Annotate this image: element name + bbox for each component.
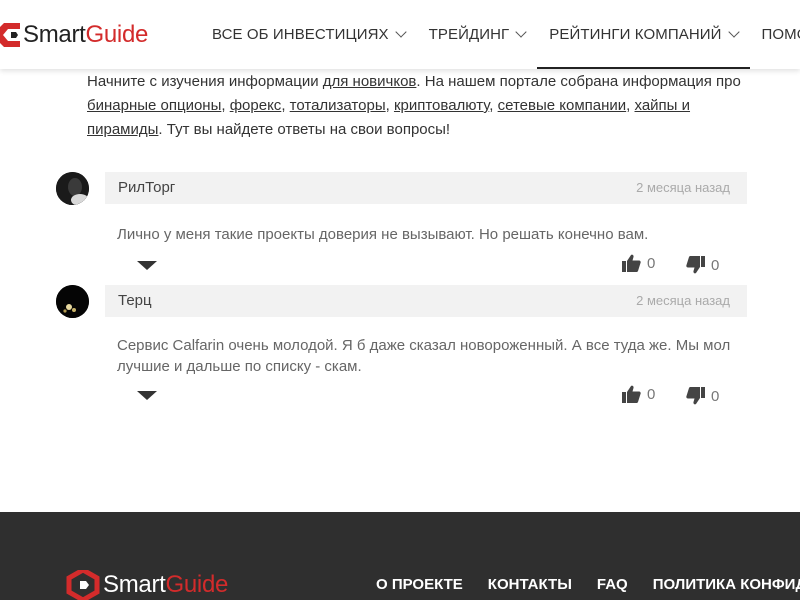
logo-text-guide: Guide bbox=[85, 21, 149, 48]
hexagon-logo-icon bbox=[66, 570, 100, 600]
logo-text-smart: Smart bbox=[23, 21, 86, 48]
hexagon-logo-icon bbox=[0, 23, 20, 47]
comment-text: Сервис Calfarin очень молодой. Я б даже … bbox=[117, 337, 731, 375]
dislike-button[interactable]: 0 bbox=[686, 256, 719, 274]
chevron-down-icon bbox=[394, 26, 407, 38]
footer-link-privacy[interactable]: ПОЛИТИКА КОНФИД bbox=[653, 576, 800, 593]
comment-date: 2 месяца назад bbox=[636, 293, 730, 308]
comment-date: 2 месяца назад bbox=[636, 180, 730, 195]
toggle-replies-icon[interactable] bbox=[137, 261, 157, 270]
thumbs-down-icon bbox=[686, 256, 705, 274]
chevron-down-icon bbox=[515, 26, 527, 38]
nav-item-investments[interactable]: ВСЕ ОБ ИНВЕСТИЦИЯХ bbox=[200, 0, 417, 69]
logo-text-guide: Guide bbox=[165, 571, 229, 598]
comment-author[interactable]: Терц bbox=[118, 292, 152, 309]
footer-link-faq[interactable]: FAQ bbox=[597, 576, 628, 593]
dislike-count: 0 bbox=[711, 256, 720, 274]
nav-item-company-ratings[interactable]: РЕЙТИНГИ КОМПАНИЙ bbox=[537, 0, 750, 69]
comment-text: Лично у меня такие проекты доверия не вы… bbox=[117, 226, 649, 243]
chevron-down-icon bbox=[727, 26, 740, 38]
link-beginners[interactable]: для новичков bbox=[323, 73, 417, 90]
link-network-companies[interactable]: сетевые компании bbox=[498, 97, 627, 114]
like-count: 0 bbox=[647, 385, 656, 403]
toggle-replies-icon[interactable] bbox=[137, 391, 157, 400]
footer-nav: О ПРОЕКТЕ КОНТАКТЫ FAQ ПОЛИТИКА КОНФИД bbox=[376, 576, 800, 593]
avatar[interactable] bbox=[56, 172, 89, 205]
link-forex[interactable]: форекс bbox=[230, 97, 282, 114]
main-nav: ВСЕ ОБ ИНВЕСТИЦИЯХ ТРЕЙДИНГ РЕЙТИНГИ КОМ… bbox=[200, 0, 800, 69]
site-footer: SmartGuide О ПРОЕКТЕ КОНТАКТЫ FAQ ПОЛИТИ… bbox=[0, 512, 800, 600]
thumbs-down-icon bbox=[686, 387, 705, 405]
comment-header: Терц 2 месяца назад bbox=[105, 285, 747, 317]
link-crypto[interactable]: криптовалюту bbox=[394, 97, 489, 114]
like-button[interactable]: 0 bbox=[622, 385, 655, 403]
site-header: SmartGuide ВСЕ ОБ ИНВЕСТИЦИЯХ ТРЕЙДИНГ Р… bbox=[0, 0, 800, 69]
intro-paragraph: Начните с изучения информации для новичк… bbox=[87, 73, 741, 138]
comment-author[interactable]: РилТорг bbox=[118, 179, 175, 196]
link-binary-options[interactable]: бинарные опционы bbox=[87, 97, 221, 114]
link-totalizators[interactable]: тотализаторы bbox=[290, 97, 386, 114]
thumbs-up-icon bbox=[622, 254, 641, 272]
footer-logo[interactable]: SmartGuide bbox=[66, 570, 228, 600]
dislike-count: 0 bbox=[711, 387, 720, 405]
footer-link-contacts[interactable]: КОНТАКТЫ bbox=[488, 576, 572, 593]
nav-item-trading[interactable]: ТРЕЙДИНГ bbox=[417, 0, 538, 69]
dislike-button[interactable]: 0 bbox=[686, 387, 719, 405]
logo-text-smart: Smart bbox=[103, 571, 166, 598]
like-button[interactable]: 0 bbox=[622, 254, 655, 272]
comment-header: РилТорг 2 месяца назад bbox=[105, 172, 747, 204]
thumbs-up-icon bbox=[622, 385, 641, 403]
nav-item-help[interactable]: ПОМО bbox=[750, 0, 800, 69]
site-logo[interactable]: SmartGuide bbox=[0, 18, 148, 52]
like-count: 0 bbox=[647, 254, 656, 272]
footer-link-about[interactable]: О ПРОЕКТЕ bbox=[376, 576, 463, 593]
avatar[interactable] bbox=[56, 285, 89, 318]
